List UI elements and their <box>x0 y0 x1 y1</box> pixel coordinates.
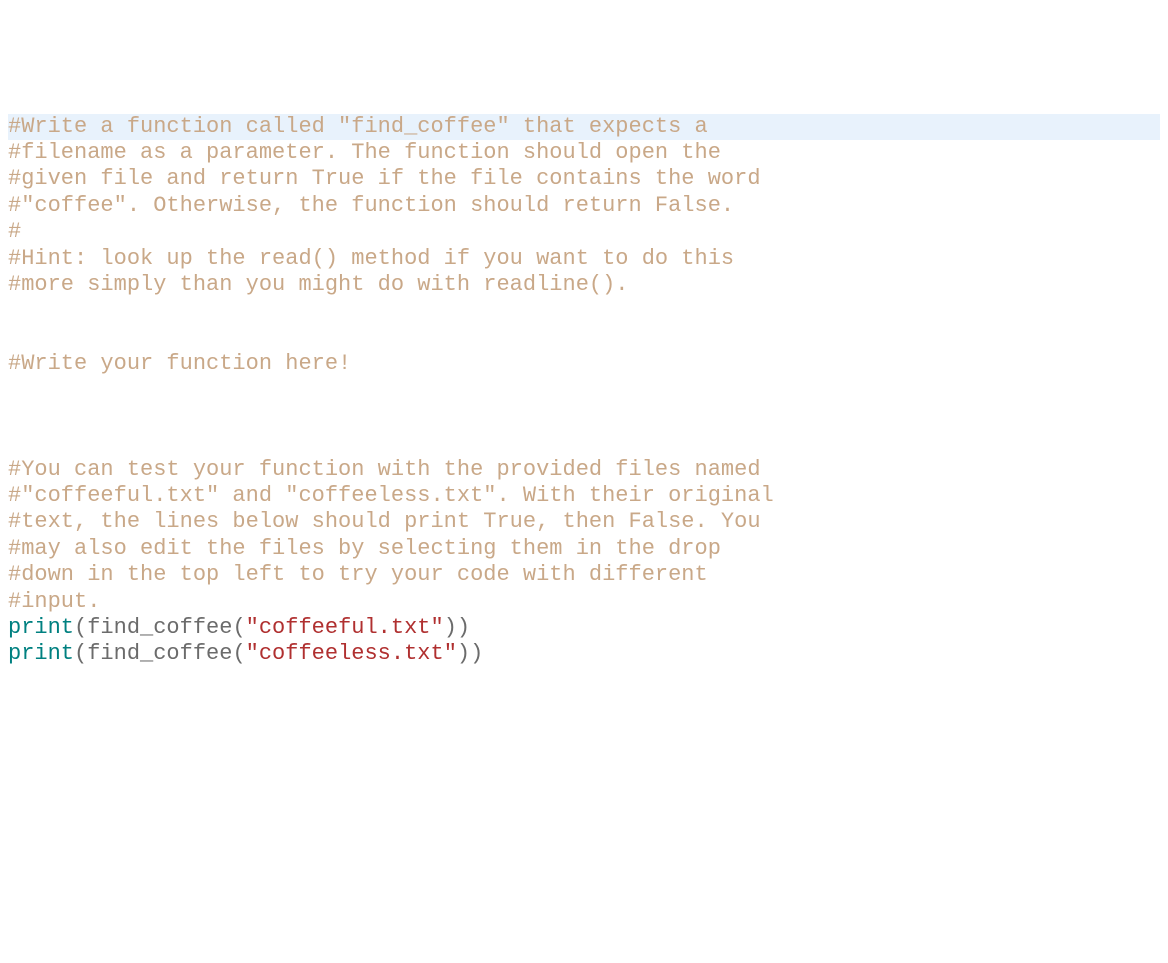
comment-text: #"coffee". Otherwise, the function shoul… <box>8 193 734 218</box>
code-line[interactable] <box>8 404 1160 430</box>
code-line[interactable]: #down in the top left to try your code w… <box>8 562 1160 588</box>
comment-text: #given file and return True if the file … <box>8 166 761 191</box>
string-literal: "coffeeless.txt" <box>246 641 457 666</box>
code-line[interactable]: print(find_coffee("coffeeless.txt")) <box>8 641 1160 667</box>
code-line[interactable]: #more simply than you might do with read… <box>8 272 1160 298</box>
comment-text: #"coffeeful.txt" and "coffeeless.txt". W… <box>8 483 774 508</box>
comment-text: #more simply than you might do with read… <box>8 272 629 297</box>
comment-text: #Write a function called "find_coffee" t… <box>8 114 708 139</box>
code-line[interactable]: #"coffeeful.txt" and "coffeeless.txt". W… <box>8 483 1160 509</box>
comment-text: #may also edit the files by selecting th… <box>8 536 721 561</box>
paren: ( <box>232 615 245 640</box>
comment-text: #Hint: look up the read() method if you … <box>8 246 734 271</box>
code-line[interactable]: #may also edit the files by selecting th… <box>8 536 1160 562</box>
code-line[interactable]: #Write your function here! <box>8 351 1160 377</box>
code-line[interactable] <box>8 298 1160 324</box>
comment-text: #input. <box>8 589 100 614</box>
paren: )) <box>444 615 470 640</box>
keyword-print: print <box>8 641 74 666</box>
code-line[interactable]: #Write a function called "find_coffee" t… <box>8 114 1160 140</box>
code-line[interactable]: #"coffee". Otherwise, the function shoul… <box>8 193 1160 219</box>
code-line[interactable]: print(find_coffee("coffeeful.txt")) <box>8 615 1160 641</box>
comment-text: #Write your function here! <box>8 351 351 376</box>
code-line[interactable]: #input. <box>8 589 1160 615</box>
comment-text: #You can test your function with the pro… <box>8 457 761 482</box>
paren: ( <box>74 641 87 666</box>
keyword-print: print <box>8 615 74 640</box>
string-literal: "coffeeful.txt" <box>246 615 444 640</box>
comment-text: # <box>8 219 21 244</box>
code-line[interactable] <box>8 430 1160 456</box>
code-line[interactable]: #text, the lines below should print True… <box>8 509 1160 535</box>
comment-text: #filename as a parameter. The function s… <box>8 140 721 165</box>
code-line[interactable]: #given file and return True if the file … <box>8 166 1160 192</box>
code-editor[interactable]: #Write a function called "find_coffee" t… <box>0 106 1168 831</box>
function-call: find_coffee <box>87 641 232 666</box>
code-line[interactable]: #You can test your function with the pro… <box>8 457 1160 483</box>
paren: ( <box>232 641 245 666</box>
paren: ( <box>74 615 87 640</box>
paren: )) <box>457 641 483 666</box>
code-line[interactable] <box>8 325 1160 351</box>
function-call: find_coffee <box>87 615 232 640</box>
code-line[interactable] <box>8 377 1160 403</box>
comment-text: #text, the lines below should print True… <box>8 509 761 534</box>
code-line[interactable]: #filename as a parameter. The function s… <box>8 140 1160 166</box>
code-line[interactable]: # <box>8 219 1160 245</box>
comment-text: #down in the top left to try your code w… <box>8 562 708 587</box>
code-line[interactable]: #Hint: look up the read() method if you … <box>8 246 1160 272</box>
